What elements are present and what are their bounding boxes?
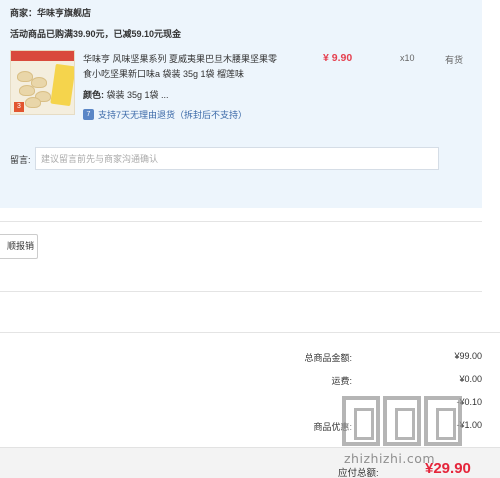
memo-label: 留言: [10,155,31,165]
summary-row-subtotal: 总商品金额: ¥99.00 [300,351,482,365]
cashew-shape [25,97,41,108]
thumbnail-brand-bar [11,51,74,61]
return-policy[interactable]: 7 支持7天无理由退货（拆封后不支持） [83,108,247,121]
thumbnail-badge: 3 [14,102,24,112]
divider [0,221,482,222]
product-attribute: 颜色: 袋装 35g 1袋 ... [83,88,169,101]
watermark-text: zhizhizhi.com [344,451,436,466]
product-thumbnail[interactable]: 3 [10,50,75,115]
summary-value: ¥0.00 [459,374,482,384]
summary-label: 运费: [331,376,352,386]
divider [0,332,500,333]
stock-status: 有货 [445,55,464,65]
memo-input[interactable] [35,147,439,170]
shop-name[interactable]: 商家：华味亨旗舰店 [10,6,91,19]
summary-value: ¥99.00 [454,351,482,361]
product-quantity: x10 [400,53,415,63]
summary-label: 总商品金额: [304,353,352,363]
summary-row-shipping: 运费: ¥0.00 [300,374,482,388]
promo-summary: 活动商品已购满39.90元，已减59.10元现金 [10,29,182,39]
watermark-logo-icon [342,396,462,446]
product-title[interactable]: 华味亨 风味坚果系列 夏威夷果巴旦木腰果坚果零食小吃坚果新口味a 袋装 35g … [83,52,283,82]
attribute-value: 袋装 35g 1袋 ... [106,90,169,100]
attribute-key: 颜色: [83,90,104,100]
store-order-panel: 商家：华味亨旗舰店 活动商品已购满39.90元，已减59.10元现金 3 华味亨… [0,0,482,208]
watermark-glyph [424,396,462,446]
divider [0,291,482,292]
return-policy-text: 支持7天无理由退货（拆封后不支持） [98,110,248,120]
watermark-glyph [342,396,380,446]
return-policy-icon: 7 [83,109,94,120]
total-label: 应付总额: [338,468,379,478]
watermark-glyph [383,396,421,446]
cashew-shape [19,85,35,96]
product-price: ¥ 9.90 [323,52,353,64]
thumbnail-package [50,63,74,107]
invoice-button[interactable]: 顺报销 [0,234,38,259]
